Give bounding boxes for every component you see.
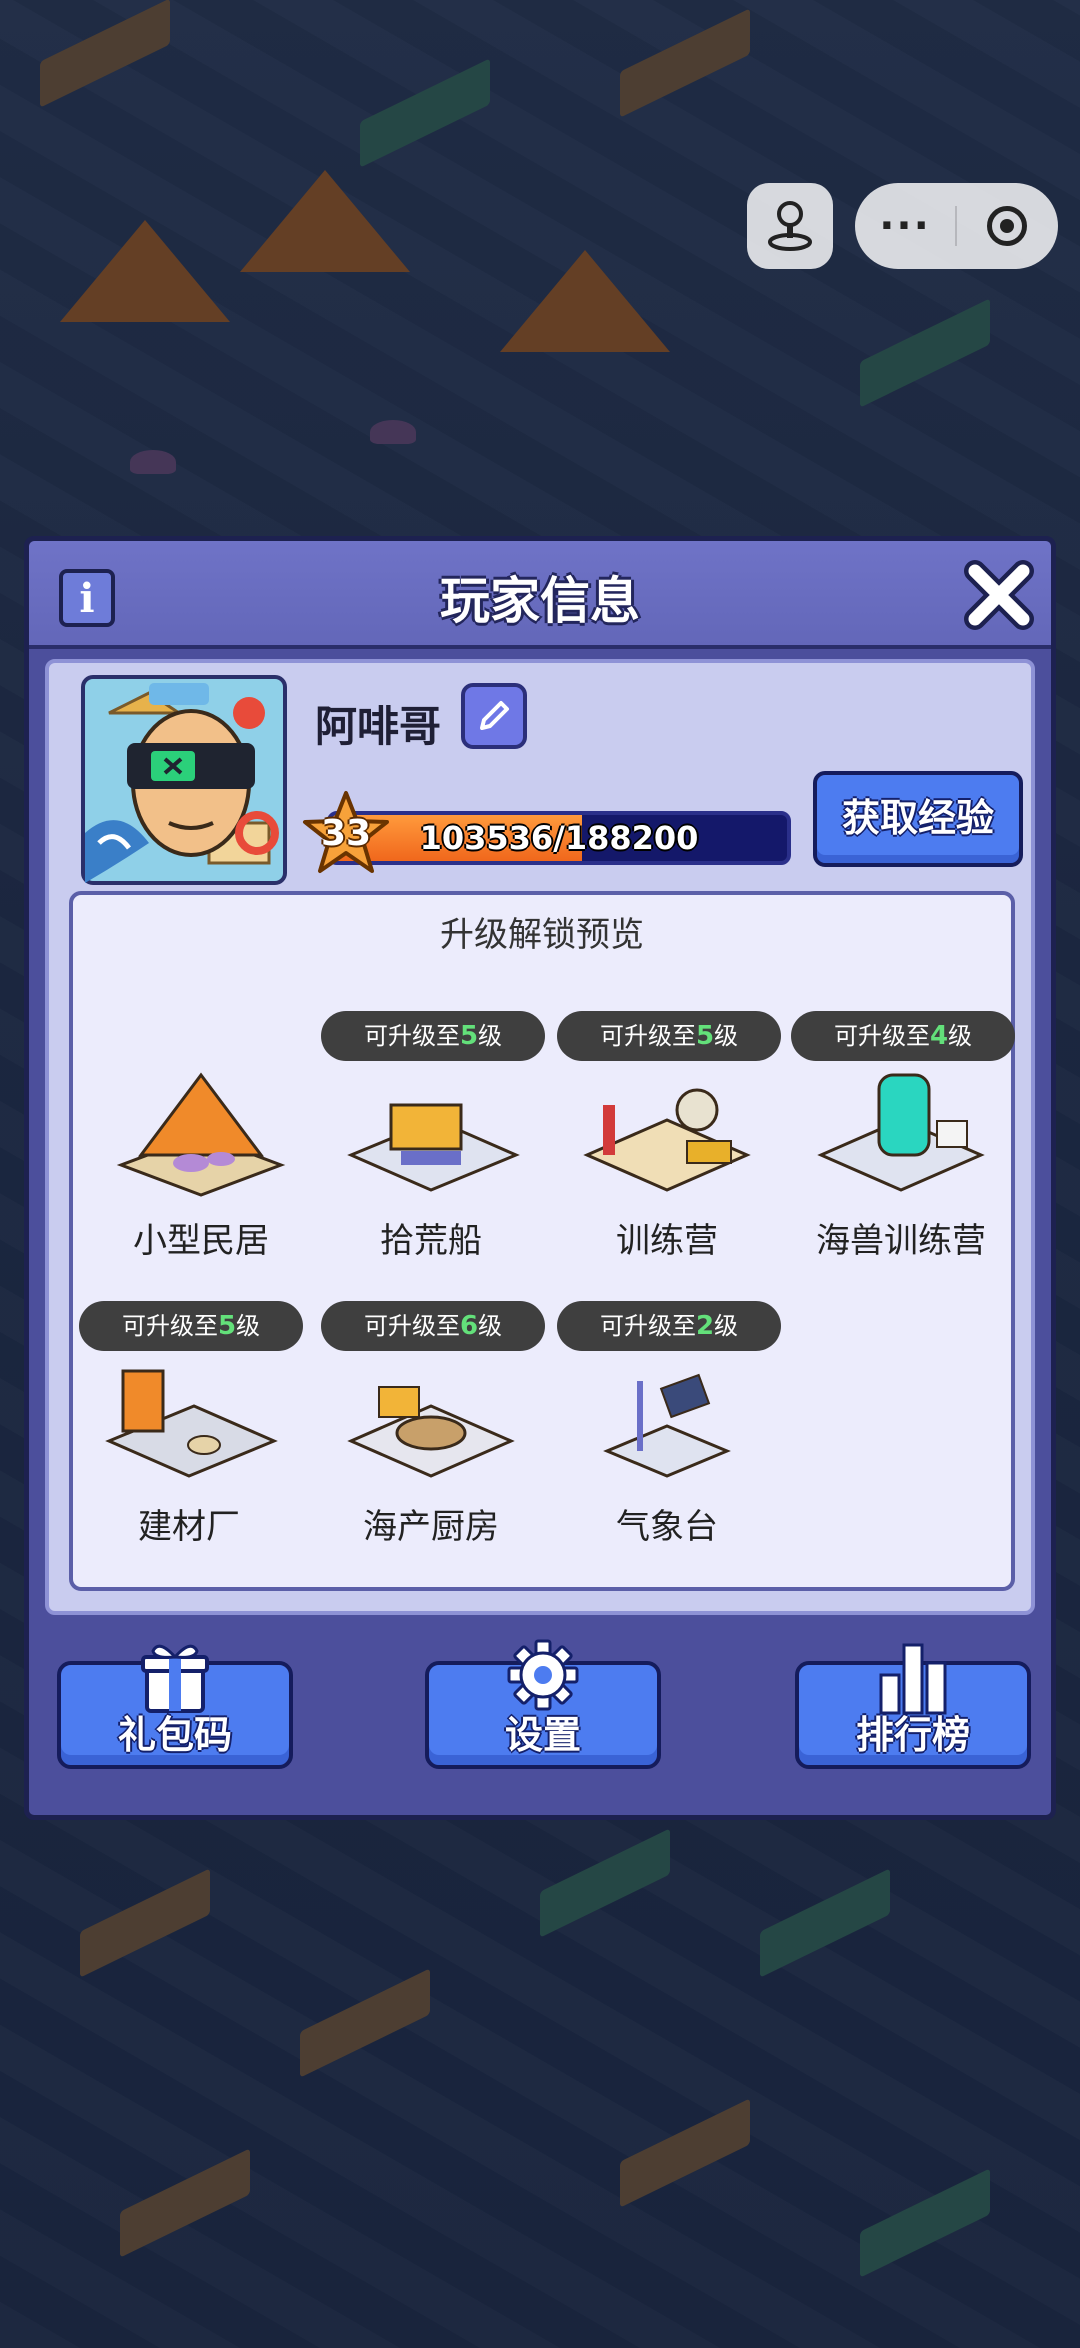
building-card[interactable]: 可升级至5级 建材厂 [79, 1301, 303, 1561]
building-name: 小型民居 [133, 1221, 269, 1261]
material-factory-icon [105, 1369, 278, 1478]
dialog-header: i 玩家信息 [29, 541, 1051, 649]
edit-name-button[interactable] [461, 683, 527, 749]
player-avatar[interactable] [79, 673, 289, 887]
building-name: 训练营 [616, 1221, 718, 1261]
building-name: 建材厂 [138, 1507, 240, 1547]
joystick-icon [768, 201, 812, 251]
weather-station-icon [603, 1373, 731, 1478]
close-x-icon[interactable] [963, 559, 1035, 631]
training-camp-icon [583, 1088, 751, 1192]
gift-icon [141, 1644, 209, 1713]
xp-progress-bar: 103536/188200 [327, 811, 791, 865]
building-card[interactable]: 可升级至5级 拾荒船 [321, 1011, 545, 1275]
settings-button[interactable]: 设置 [425, 1639, 661, 1769]
upgrade-unlock-preview: 升级解锁预览 小型民居 可升级至5级 拾荒船 可升级至5级 训练营 可升级至4级… [69, 891, 1015, 1591]
bar-chart-icon [879, 1643, 947, 1715]
scavenger-boat-icon [347, 1103, 520, 1192]
small-house-icon [116, 1072, 286, 1197]
building-card[interactable]: 可升级至5级 训练营 [557, 1011, 781, 1275]
record-icon [987, 206, 1027, 246]
building-card[interactable]: 可升级至6级 海产厨房 [321, 1301, 545, 1561]
leaderboard-label: 排行榜 [855, 1713, 970, 1757]
dialog-title: 玩家信息 [440, 572, 640, 630]
building-card[interactable]: 可升级至2级 气象台 [557, 1301, 781, 1561]
joystick-button[interactable] [747, 183, 833, 269]
upgrade-badge: 可升级至4级 [791, 1011, 1015, 1061]
sea-beast-camp-icon [817, 1073, 985, 1192]
building-name: 海产厨房 [363, 1507, 499, 1547]
building-card[interactable]: 可升级至4级 海兽训练营 [791, 1011, 1015, 1275]
upgrade-badge: 可升级至5级 [321, 1011, 545, 1061]
more-options-button[interactable]: ··· [855, 186, 955, 266]
gift-code-label: 礼包码 [117, 1713, 232, 1757]
player-level: 33 [320, 813, 372, 854]
player-name: 阿啡哥 [315, 702, 442, 751]
capsule-menu: ··· [855, 183, 1058, 269]
get-xp-button[interactable]: 获取经验 [813, 771, 1023, 867]
xp-text: 103536/188200 [419, 819, 699, 857]
pencil-icon [480, 701, 509, 730]
upgrade-badge: 可升级至5级 [557, 1011, 781, 1061]
building-name: 海兽训练营 [816, 1221, 986, 1261]
building-name: 拾荒船 [380, 1221, 482, 1261]
gear-icon [507, 1639, 579, 1711]
seafood-kitchen-icon [347, 1386, 515, 1478]
settings-label: 设置 [504, 1713, 581, 1757]
preview-title: 升级解锁预览 [440, 915, 644, 955]
building-card[interactable]: 小型民居 [91, 1015, 311, 1275]
leaderboard-button[interactable]: 排行榜 [795, 1643, 1031, 1769]
player-info-dialog: i 玩家信息 阿啡哥 103536/188200 33 获取经验 升级解锁预览 … [24, 536, 1056, 1820]
player-panel: 阿啡哥 103536/188200 33 获取经验 升级解锁预览 小型民居 可升… [45, 659, 1035, 1615]
exit-button[interactable] [957, 206, 1057, 246]
gift-code-button[interactable]: 礼包码 [57, 1644, 293, 1769]
building-name: 气象台 [616, 1507, 718, 1547]
